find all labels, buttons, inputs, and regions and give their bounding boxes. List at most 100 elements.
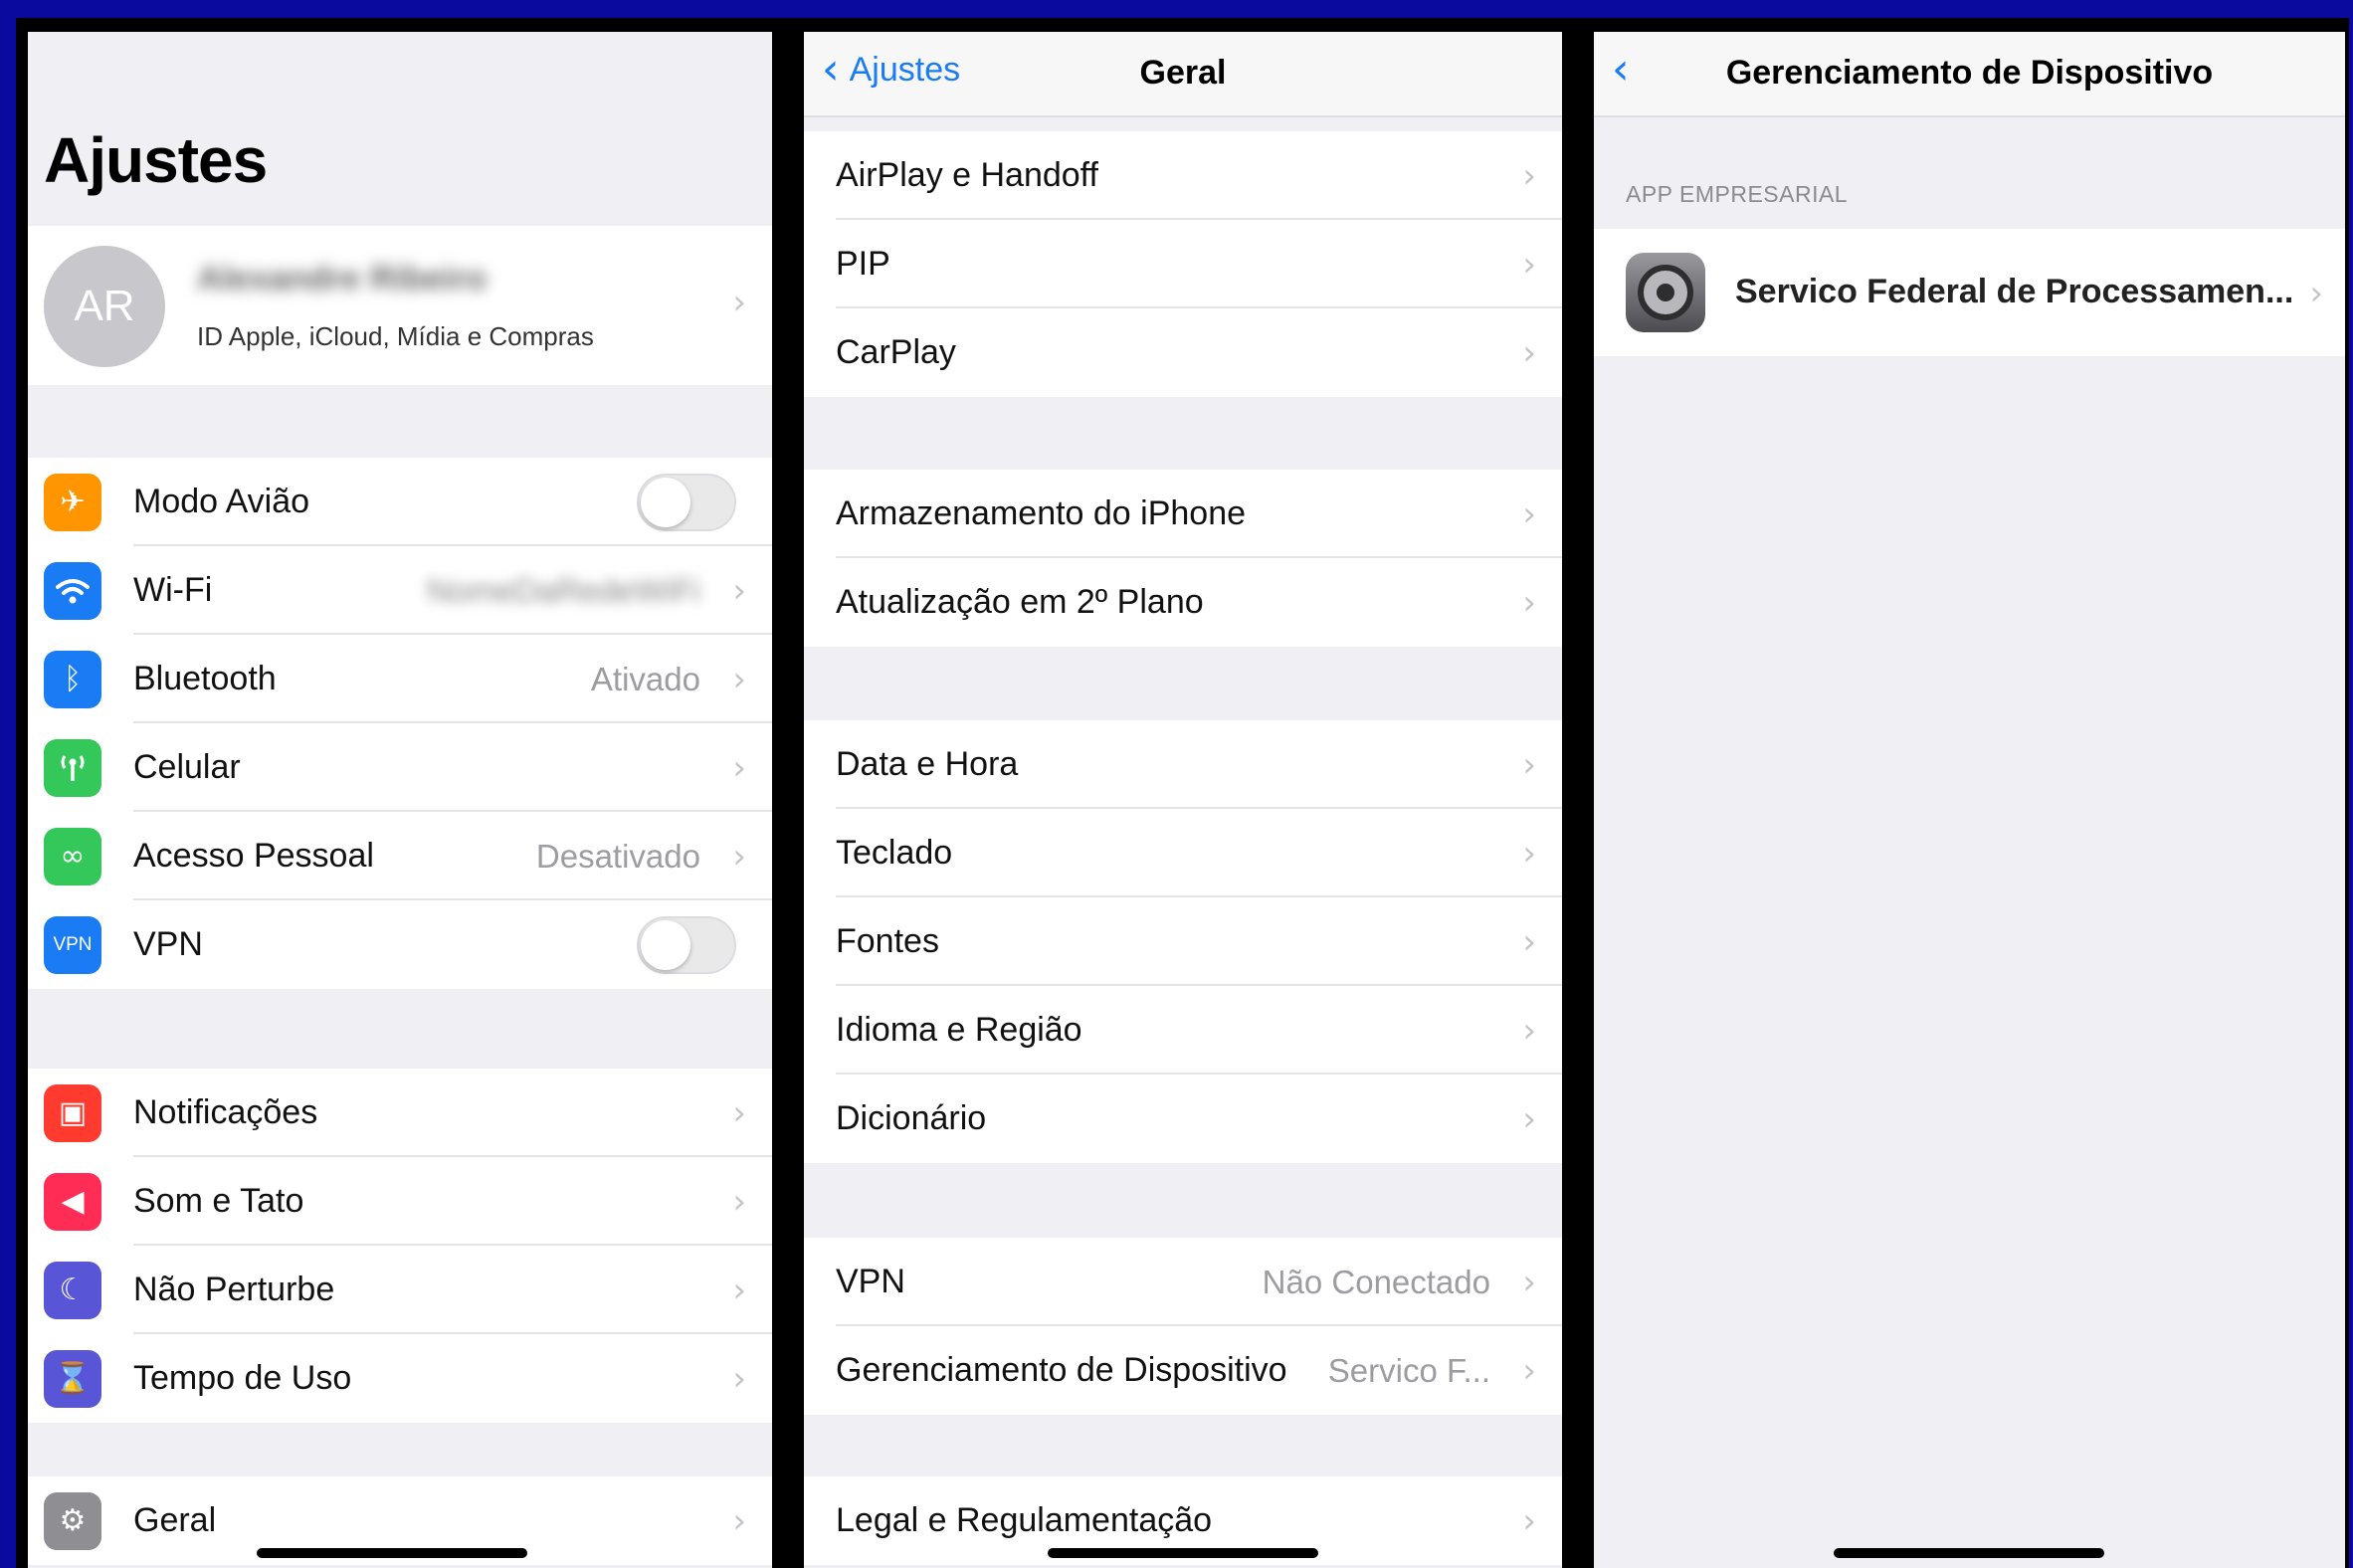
general-item-fonts[interactable]: Fontes ›	[804, 897, 1562, 986]
vpn-toggle[interactable]	[637, 915, 736, 974]
settings-item-airplane-mode[interactable]: ✈ Modo Avião	[28, 458, 772, 546]
settings-item-label: Geral	[133, 1501, 217, 1539]
general-item-label: PIP	[836, 245, 890, 283]
settings-item-vpn[interactable]: VPN VPN	[28, 900, 772, 989]
connectivity-group: ✈ Modo Avião Wi-Fi NomeDaRedeWiFi › ᛒ Bl…	[28, 458, 772, 989]
gear-icon: ⚙	[44, 1491, 101, 1550]
general-item-label: Teclado	[836, 834, 953, 872]
settings-item-label: Notificações	[133, 1093, 318, 1131]
chevron-right-icon: ›	[732, 1358, 746, 1399]
settings-item-cellular[interactable]: Celular ›	[28, 723, 772, 812]
general-item-airplay-handoff[interactable]: AirPlay e Handoff ›	[804, 131, 1562, 220]
link-icon: ∞	[44, 827, 101, 885]
general-item-date-time[interactable]: Data e Hora ›	[804, 720, 1562, 809]
chevron-right-icon: ›	[1522, 744, 1536, 785]
home-indicator	[1834, 1548, 2104, 1558]
settings-item-label: Bluetooth	[133, 660, 277, 697]
settings-item-label: Celular	[133, 748, 241, 786]
home-indicator	[1048, 1548, 1318, 1558]
general-item-language-region[interactable]: Idioma e Região ›	[804, 986, 1562, 1075]
notifications-group: ▣ Notificações › ◀ Som e Tato › ☾ Não Pe…	[28, 1069, 772, 1423]
settings-item-wifi[interactable]: Wi-Fi NomeDaRedeWiFi ›	[28, 546, 772, 635]
settings-item-label: Não Perturbe	[133, 1271, 335, 1308]
chevron-right-icon: ›	[1522, 582, 1536, 623]
settings-item-sounds[interactable]: ◀ Som e Tato ›	[28, 1157, 772, 1246]
settings-item-do-not-disturb[interactable]: ☾ Não Perturbe ›	[28, 1246, 772, 1334]
general-item-iphone-storage[interactable]: Armazenamento do iPhone ›	[804, 470, 1562, 558]
general-item-label: Armazenamento do iPhone	[836, 494, 1247, 532]
airplane-icon: ✈	[44, 473, 101, 531]
general-item-carplay[interactable]: CarPlay ›	[804, 308, 1562, 397]
settings-app-icon	[1626, 253, 1705, 332]
general-item-background-refresh[interactable]: Atualização em 2º Plano ›	[804, 558, 1562, 647]
device-management-value: Servico F...	[1327, 1351, 1490, 1389]
wifi-icon	[44, 561, 101, 620]
page-title: Geral	[1139, 54, 1227, 92]
general-item-pip[interactable]: PIP ›	[804, 220, 1562, 308]
general-item-label: Idioma e Região	[836, 1011, 1082, 1049]
settings-item-notifications[interactable]: ▣ Notificações ›	[28, 1069, 772, 1157]
general-group-1: AirPlay e Handoff › PIP › CarPlay ›	[804, 131, 1562, 397]
general-group-3: Data e Hora › Teclado › Fontes › Idioma …	[804, 720, 1562, 1163]
chevron-right-icon: ›	[732, 659, 746, 699]
antenna-icon	[44, 738, 101, 797]
chevron-right-icon: ›	[1522, 1098, 1536, 1139]
general-item-label: Data e Hora	[836, 745, 1019, 783]
settings-item-label: Som e Tato	[133, 1182, 304, 1220]
wifi-network-name: NomeDaRedeWiFi	[426, 571, 700, 609]
hourglass-icon: ⌛	[44, 1349, 101, 1408]
enterprise-app-name: Servico Federal de Processamen...	[1735, 273, 2294, 310]
airplane-mode-toggle[interactable]	[637, 473, 736, 531]
profile-name: Alexandre Ribeiro	[197, 260, 487, 297]
avatar: AR	[44, 246, 165, 367]
general-item-dictionary[interactable]: Dicionário ›	[804, 1075, 1562, 1163]
general-item-label: CarPlay	[836, 333, 956, 371]
general-item-keyboard[interactable]: Teclado ›	[804, 809, 1562, 897]
chevron-right-icon: ›	[1522, 1350, 1536, 1391]
section-header: APP EMPRESARIAL	[1626, 181, 1849, 207]
settings-item-label: Tempo de Uso	[133, 1359, 352, 1397]
vpn-icon: VPN	[44, 915, 101, 974]
profile-subtitle: ID Apple, iCloud, Mídia e Compras	[197, 321, 594, 351]
settings-item-label: Wi-Fi	[133, 571, 213, 609]
nav-bar: ‹ Ajustes Geral	[804, 32, 1562, 117]
settings-item-bluetooth[interactable]: ᛒ Bluetooth Ativado ›	[28, 635, 772, 723]
hotspot-status: Desativado	[535, 837, 700, 875]
general-item-label: Gerenciamento de Dispositivo	[836, 1351, 1287, 1389]
settings-screen: Ajustes AR Alexandre Ribeiro ID Apple, i…	[28, 32, 772, 1568]
chevron-right-icon: ›	[2309, 274, 2323, 313]
bluetooth-status: Ativado	[590, 660, 700, 697]
general-item-label: VPN	[836, 1263, 905, 1300]
general-item-device-management[interactable]: Gerenciamento de Dispositivo Servico F..…	[804, 1326, 1562, 1415]
home-indicator	[257, 1548, 527, 1558]
general-screen: ‹ Ajustes Geral AirPlay e Handoff › PIP …	[804, 32, 1562, 1568]
settings-item-personal-hotspot[interactable]: ∞ Acesso Pessoal Desativado ›	[28, 812, 772, 900]
chevron-right-icon: ›	[1522, 493, 1536, 534]
settings-item-label: Acesso Pessoal	[133, 837, 374, 875]
chevron-right-icon: ›	[1522, 1500, 1536, 1541]
general-group-2: Armazenamento do iPhone › Atualização em…	[804, 470, 1562, 647]
chevron-right-icon: ›	[732, 1092, 746, 1133]
general-item-vpn[interactable]: VPN Não Conectado ›	[804, 1238, 1562, 1326]
notifications-icon: ▣	[44, 1083, 101, 1142]
general-item-label: Fontes	[836, 922, 939, 960]
settings-item-screen-time[interactable]: ⌛ Tempo de Uso ›	[28, 1334, 772, 1423]
vpn-status: Não Conectado	[1262, 1263, 1490, 1300]
settings-item-label: Modo Avião	[133, 483, 310, 520]
chevron-right-icon: ›	[732, 1270, 746, 1310]
chevron-right-icon: ›	[732, 747, 746, 788]
general-item-label: Atualização em 2º Plano	[836, 583, 1204, 621]
chevron-right-icon: ›	[1522, 833, 1536, 874]
general-item-label: Dicionário	[836, 1099, 987, 1137]
page-title: Gerenciamento de Dispositivo	[1725, 54, 2214, 92]
chevron-right-icon: ›	[1522, 1262, 1536, 1302]
page-title: Ajustes	[44, 124, 268, 196]
chevron-right-icon: ›	[1522, 332, 1536, 373]
enterprise-app-row[interactable]: Servico Federal de Processamen... ›	[1594, 229, 2345, 356]
nav-bar: ‹ Gerenciamento de Dispositivo	[1594, 32, 2345, 117]
general-item-label: Legal e Regulamentação	[836, 1501, 1213, 1539]
chevron-right-icon: ›	[1522, 244, 1536, 285]
device-management-screen: ‹ Gerenciamento de Dispositivo APP EMPRE…	[1594, 32, 2345, 1568]
apple-id-profile-row[interactable]: AR Alexandre Ribeiro ID Apple, iCloud, M…	[28, 226, 772, 385]
speaker-icon: ◀	[44, 1172, 101, 1231]
